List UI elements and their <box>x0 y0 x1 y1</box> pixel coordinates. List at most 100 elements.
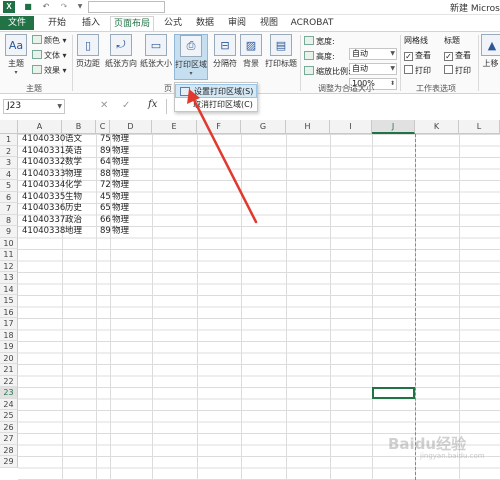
themes-button[interactable]: Aa 主题 ▾ <box>3 34 29 80</box>
row-header[interactable]: 18 <box>0 329 18 341</box>
table-cell[interactable]: 72 <box>100 180 111 192</box>
column-header-g[interactable]: G <box>241 120 286 134</box>
table-cell[interactable]: 41040331 <box>22 146 65 158</box>
tab-acrobat[interactable]: ACROBAT <box>290 16 334 30</box>
headings-print-checkbox[interactable]: 打印 <box>444 65 471 77</box>
column-header-d[interactable]: D <box>110 120 152 134</box>
table-cell[interactable]: 英语 <box>65 146 82 158</box>
cancel-icon[interactable]: ✕ <box>100 100 108 111</box>
row-header[interactable]: 23 <box>0 387 18 399</box>
table-cell[interactable]: 地理 <box>65 226 82 238</box>
table-cell[interactable]: 历史 <box>65 203 82 215</box>
column-header-c[interactable]: C <box>96 120 110 134</box>
table-cell[interactable]: 物理 <box>112 192 129 204</box>
row-header[interactable]: 10 <box>0 237 18 249</box>
table-cell[interactable]: 41040335 <box>22 192 65 204</box>
column-header-h[interactable]: H <box>286 120 330 134</box>
enter-icon[interactable]: ✓ <box>122 100 130 111</box>
column-header-a[interactable]: A <box>18 120 62 134</box>
table-cell[interactable]: 化学 <box>65 180 82 192</box>
table-cell[interactable]: 物理 <box>112 215 129 227</box>
table-cell[interactable]: 65 <box>100 203 111 215</box>
table-cell[interactable]: 41040332 <box>22 157 65 169</box>
tab-insert[interactable]: 插入 <box>78 16 104 30</box>
table-cell[interactable]: 物理 <box>112 146 129 158</box>
tab-view[interactable]: 视图 <box>256 16 282 30</box>
row-header[interactable]: 1 <box>0 134 18 146</box>
row-header[interactable]: 7 <box>0 203 18 215</box>
table-cell[interactable]: 生物 <box>65 192 82 204</box>
print-area-button[interactable]: ⎙ 打印区域 ▾ <box>174 34 208 80</box>
row-header[interactable]: 29 <box>0 456 18 468</box>
row-header[interactable]: 6 <box>0 191 18 203</box>
row-header[interactable]: 4 <box>0 168 18 180</box>
table-cell[interactable]: 41040333 <box>22 169 65 181</box>
gridlines-print-checkbox[interactable]: 打印 <box>404 65 431 77</box>
table-cell[interactable]: 89 <box>100 146 111 158</box>
column-header-k[interactable]: K <box>415 120 459 134</box>
headings-view-checkbox[interactable]: ✓ 查看 <box>444 50 471 62</box>
row-header[interactable]: 17 <box>0 318 18 330</box>
table-cell[interactable]: 41040338 <box>22 226 65 238</box>
row-header[interactable]: 22 <box>0 375 18 387</box>
table-cell[interactable]: 41040336 <box>22 203 65 215</box>
tab-page-layout[interactable]: 页面布局 <box>110 16 154 32</box>
table-cell[interactable]: 政治 <box>65 215 82 227</box>
table-cell[interactable]: 88 <box>100 169 111 181</box>
table-cell[interactable]: 41040330 <box>22 134 65 146</box>
row-header[interactable]: 14 <box>0 283 18 295</box>
table-cell[interactable]: 物理 <box>112 180 129 192</box>
row-header[interactable]: 25 <box>0 410 18 422</box>
row-header[interactable]: 15 <box>0 295 18 307</box>
table-cell[interactable]: 物理 <box>65 169 82 181</box>
row-header[interactable]: 27 <box>0 433 18 445</box>
column-header-b[interactable]: B <box>62 120 96 134</box>
row-header[interactable]: 5 <box>0 180 18 192</box>
table-cell[interactable]: 45 <box>100 192 111 204</box>
table-cell[interactable]: 语文 <box>65 134 82 146</box>
table-cell[interactable]: 41040334 <box>22 180 65 192</box>
clear-print-area-item[interactable]: 取消打印区域(C) <box>175 98 257 112</box>
row-header[interactable]: 12 <box>0 260 18 272</box>
row-header[interactable]: 28 <box>0 444 18 456</box>
row-header[interactable]: 9 <box>0 226 18 238</box>
row-header[interactable]: 21 <box>0 364 18 376</box>
tab-file[interactable]: 文件 <box>0 16 34 30</box>
margins-button[interactable]: ▯ 页边距 <box>75 34 101 80</box>
table-cell[interactable]: 66 <box>100 215 111 227</box>
quick-access-box[interactable] <box>88 1 165 13</box>
table-cell[interactable]: 物理 <box>112 169 129 181</box>
select-all-corner[interactable] <box>0 120 18 134</box>
tab-data[interactable]: 数据 <box>192 16 218 30</box>
gridlines-view-checkbox[interactable]: ✓ 查看 <box>404 50 431 62</box>
height-select[interactable]: 自动 ▼ <box>349 63 397 75</box>
table-cell[interactable]: 89 <box>100 226 111 238</box>
row-header[interactable]: 16 <box>0 306 18 318</box>
row-header[interactable]: 11 <box>0 249 18 261</box>
column-header-j[interactable]: J <box>372 120 415 134</box>
size-button[interactable]: ▭ 纸张大小 <box>139 34 173 80</box>
background-button[interactable]: ▨ 背景 <box>240 34 262 80</box>
tab-home[interactable]: 开始 <box>44 16 70 30</box>
table-cell[interactable]: 数学 <box>65 157 82 169</box>
bring-forward-button[interactable]: ▲ 上移 <box>481 34 500 80</box>
table-cell[interactable]: 64 <box>100 157 111 169</box>
column-header-i[interactable]: I <box>330 120 372 134</box>
row-header[interactable]: 8 <box>0 214 18 226</box>
row-header[interactable]: 13 <box>0 272 18 284</box>
undo-icon[interactable]: ↶ <box>40 1 52 13</box>
table-cell[interactable]: 物理 <box>112 203 129 215</box>
table-cell[interactable]: 物理 <box>112 157 129 169</box>
row-header[interactable]: 2 <box>0 145 18 157</box>
tab-formulas[interactable]: 公式 <box>160 16 186 30</box>
tab-review[interactable]: 审阅 <box>224 16 250 30</box>
print-titles-button[interactable]: ▤ 打印标题 <box>263 34 299 80</box>
width-select[interactable]: 自动 ▼ <box>349 48 397 60</box>
name-box[interactable]: J23 ▼ <box>3 99 65 114</box>
save-icon[interactable]: ■ <box>22 1 34 13</box>
row-header[interactable]: 20 <box>0 352 18 364</box>
row-header[interactable]: 19 <box>0 341 18 353</box>
set-print-area-item[interactable]: 设置打印区域(S) <box>175 84 257 98</box>
redo-icon[interactable]: ↷ <box>58 1 70 13</box>
table-cell[interactable]: 物理 <box>112 226 129 238</box>
